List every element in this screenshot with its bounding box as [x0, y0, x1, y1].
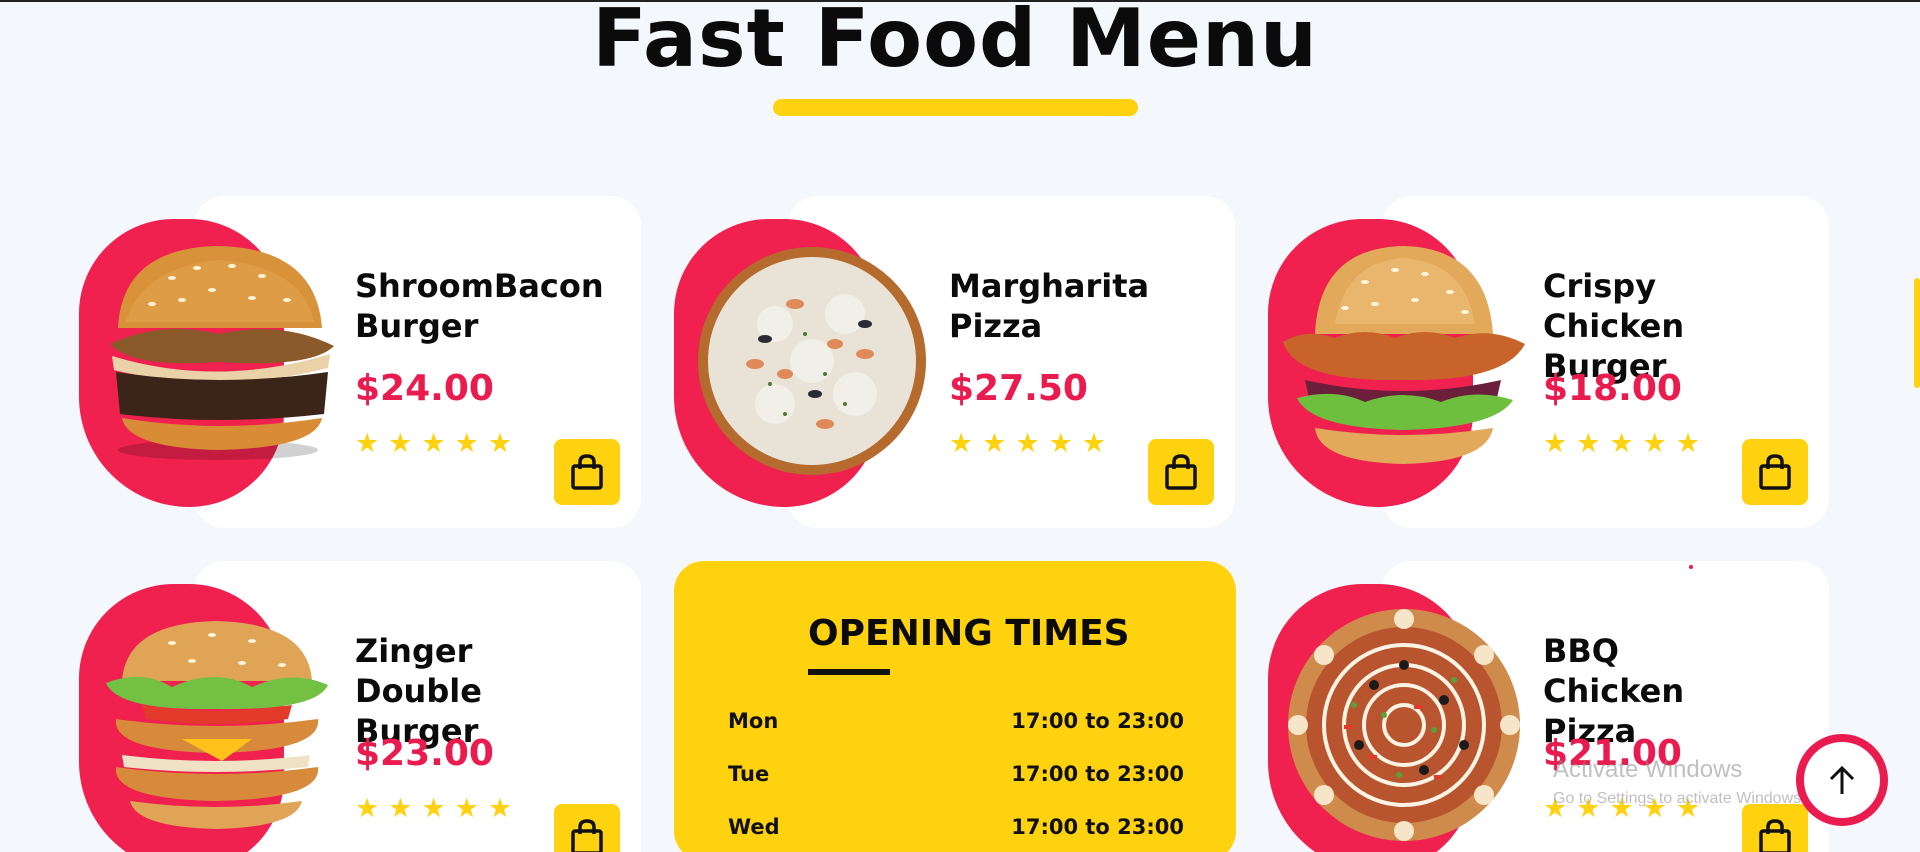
menu-card-bbq-chicken-pizza: BBQ Chicken Pizza $21.00 ★ ★ ★ ★ ★	[1268, 561, 1829, 852]
star-icon: ★	[1609, 428, 1634, 459]
arrow-up-icon	[1829, 765, 1855, 794]
shopping-bag-icon	[1759, 454, 1791, 490]
day-label: Tue	[728, 762, 770, 786]
menu-card-zinger-double-burger: Zinger Double Burger $23.00 ★ ★ ★ ★ ★	[79, 561, 641, 852]
menu-card-margharita-pizza: Margharita Pizza $27.50 ★ ★ ★ ★ ★	[674, 196, 1235, 528]
shopping-bag-icon	[1165, 454, 1197, 490]
shopping-bag-icon	[1759, 819, 1791, 852]
rating-stars: ★ ★ ★ ★ ★	[355, 430, 512, 457]
hours-value: 17:00 to 23:00	[1011, 709, 1184, 733]
opening-times-title: OPENING TIMES	[808, 613, 1130, 654]
opening-times-card: OPENING TIMES Mon 17:00 to 23:00 Tue 17:…	[674, 561, 1236, 852]
star-icon: ★	[1081, 428, 1107, 459]
add-to-cart-button[interactable]	[1742, 804, 1808, 852]
star-icon: ★	[421, 793, 446, 824]
star-icon: ★	[982, 428, 1007, 459]
star-icon: ★	[355, 428, 380, 459]
add-to-cart-button[interactable]	[554, 439, 620, 505]
star-icon: ★	[355, 793, 380, 824]
hours-value: 17:00 to 23:00	[1011, 815, 1184, 839]
opening-times-row: Mon 17:00 to 23:00	[728, 709, 1184, 733]
item-name: ShroomBacon Burger	[355, 267, 604, 345]
title-underline	[773, 99, 1138, 116]
hours-value: 17:00 to 23:00	[1011, 762, 1184, 786]
shopping-bag-icon	[571, 454, 603, 490]
rating-stars: ★ ★ ★ ★ ★	[1543, 430, 1700, 457]
opening-times-underline	[808, 669, 890, 675]
add-to-cart-button[interactable]	[1742, 439, 1808, 505]
star-icon: ★	[421, 428, 446, 459]
page-title: Fast Food Menu	[592, 0, 1318, 85]
bbq-chicken-pizza-image	[1284, 605, 1524, 849]
mushroom-bacon-burger-image	[102, 238, 342, 468]
crispy-chicken-burger-image	[1275, 242, 1535, 482]
item-price: $24.00	[355, 368, 494, 409]
decorative-dot	[1689, 565, 1693, 569]
item-price: $23.00	[355, 733, 494, 774]
item-price: $27.50	[949, 368, 1088, 409]
add-to-cart-button[interactable]	[554, 804, 620, 852]
opening-times-row: Tue 17:00 to 23:00	[728, 762, 1184, 786]
star-icon: ★	[487, 793, 513, 824]
star-icon: ★	[487, 428, 513, 459]
star-icon: ★	[1642, 428, 1667, 459]
shopping-bag-icon	[571, 819, 603, 852]
zinger-double-burger-image	[102, 621, 332, 835]
activate-windows-subtext: Go to Settings to activate Windows.	[1553, 790, 1806, 807]
star-icon: ★	[454, 793, 479, 824]
star-icon: ★	[1015, 428, 1040, 459]
day-label: Wed	[728, 815, 780, 839]
rating-stars: ★ ★ ★ ★ ★	[949, 430, 1106, 457]
seafood-pizza-image	[695, 244, 929, 482]
star-icon: ★	[454, 428, 479, 459]
menu-card-shroombacon-burger: ShroomBacon Burger $24.00 ★ ★ ★ ★ ★	[79, 196, 641, 528]
star-icon: ★	[388, 793, 413, 824]
star-icon: ★	[1543, 428, 1568, 459]
day-label: Mon	[728, 709, 779, 733]
opening-times-row: Wed 17:00 to 23:00	[728, 815, 1184, 839]
add-to-cart-button[interactable]	[1148, 439, 1214, 505]
star-icon: ★	[949, 428, 974, 459]
star-icon: ★	[1576, 428, 1601, 459]
rating-stars: ★ ★ ★ ★ ★	[355, 795, 512, 822]
activate-windows-watermark: Activate Windows	[1553, 756, 1743, 783]
star-icon: ★	[1675, 428, 1701, 459]
star-icon: ★	[1048, 428, 1073, 459]
item-price: $18.00	[1543, 368, 1682, 409]
item-name: Margharita Pizza	[949, 267, 1150, 345]
star-icon: ★	[388, 428, 413, 459]
scroll-to-top-button[interactable]	[1796, 734, 1888, 826]
scrollbar-thumb[interactable]	[1914, 278, 1920, 388]
menu-card-crispy-chicken-burger: Crispy Chicken Burger $18.00 ★ ★ ★ ★ ★	[1268, 196, 1829, 528]
